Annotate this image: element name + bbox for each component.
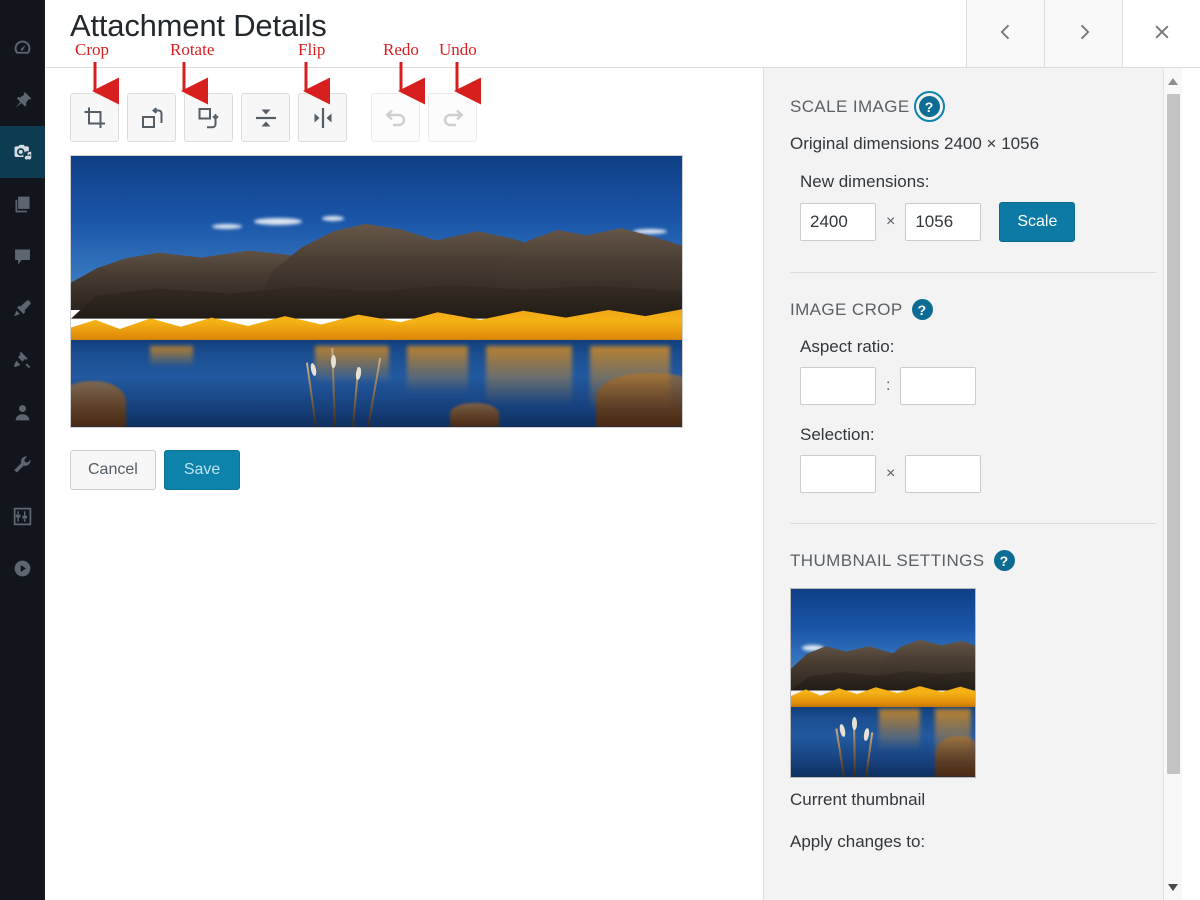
modal-header: Attachment Details xyxy=(46,0,1200,68)
sidebar-item-collapse[interactable] xyxy=(0,542,45,594)
scroll-down-arrow[interactable] xyxy=(1164,878,1182,896)
pin-icon xyxy=(12,90,33,111)
redo-button[interactable] xyxy=(428,93,477,142)
undo-button[interactable] xyxy=(371,93,420,142)
new-dimensions-label: New dimensions: xyxy=(800,172,930,191)
sidebar-item-tools[interactable] xyxy=(0,438,45,490)
selection-separator: × xyxy=(886,465,896,482)
editor-action-row: Cancel Save xyxy=(70,450,241,490)
flip-vertical-icon xyxy=(254,106,278,130)
settings-scrollbar[interactable] xyxy=(1163,68,1182,900)
current-thumbnail-label: Current thumbnail xyxy=(790,790,926,809)
image-settings-pane: SCALE IMAGE ? Original dimensions 2400 ×… xyxy=(763,68,1182,900)
sidebar-item-posts[interactable] xyxy=(0,74,45,126)
apply-changes-label: Apply changes to: xyxy=(790,832,926,851)
scrollbar-thumb[interactable] xyxy=(1167,94,1180,774)
comment-icon xyxy=(12,246,33,267)
selection-label: Selection: xyxy=(800,425,875,444)
image-preview[interactable] xyxy=(70,155,683,428)
scale-button[interactable]: Scale xyxy=(999,202,1076,242)
undo-icon xyxy=(384,106,408,130)
help-icon-thumbnail-settings[interactable]: ? xyxy=(993,550,1015,571)
sidebar-item-dashboard[interactable] xyxy=(0,22,45,74)
scale-image-section-header: SCALE IMAGE ? xyxy=(790,91,1156,122)
image-editor-pane: Cancel Save xyxy=(46,68,763,900)
page-title: Attachment Details xyxy=(70,8,327,43)
chevron-right-icon xyxy=(1074,22,1094,45)
rotate-right-button[interactable] xyxy=(184,93,233,142)
sidebar-item-comments[interactable] xyxy=(0,230,45,282)
crop-button[interactable] xyxy=(70,93,119,142)
chevron-left-icon xyxy=(996,22,1016,45)
close-icon xyxy=(1152,22,1172,45)
current-thumbnail-image xyxy=(790,588,976,778)
user-icon xyxy=(12,402,33,423)
next-attachment-button[interactable] xyxy=(1044,0,1122,67)
help-icon-scale-image[interactable]: ? xyxy=(913,91,945,122)
dashboard-icon xyxy=(12,38,33,59)
image-edit-toolbar xyxy=(70,93,477,142)
new-dimensions-row: × Scale xyxy=(800,202,1156,242)
rotate-left-button[interactable] xyxy=(127,93,176,142)
wrench-icon xyxy=(12,454,33,475)
attachment-details-modal: Attachment Details Cancel Save SCALE IMA… xyxy=(46,0,1200,900)
aspect-separator: : xyxy=(886,377,891,394)
flip-horizontal-button[interactable] xyxy=(298,93,347,142)
cancel-button[interactable]: Cancel xyxy=(70,450,156,490)
help-icon-image-crop[interactable]: ? xyxy=(911,299,933,320)
aspect-ratio-row: : xyxy=(800,367,1156,405)
image-crop-heading: IMAGE CROP xyxy=(790,299,903,319)
plug-icon xyxy=(12,350,33,371)
play-circle-icon xyxy=(12,558,33,579)
divider-2 xyxy=(790,523,1156,524)
admin-sidebar xyxy=(0,0,45,900)
flip-horizontal-icon xyxy=(311,106,335,130)
selection-row: × xyxy=(800,455,1156,493)
rotate-left-icon xyxy=(140,106,164,130)
aspect-ratio-height-input[interactable] xyxy=(900,367,977,405)
media-icon xyxy=(12,141,34,163)
thumbnail-settings-heading: THUMBNAIL SETTINGS xyxy=(790,550,985,570)
rotate-right-icon xyxy=(197,106,221,130)
sidebar-item-users[interactable] xyxy=(0,386,45,438)
aspect-ratio-width-input[interactable] xyxy=(800,367,876,405)
save-button[interactable]: Save xyxy=(163,450,241,490)
flip-vertical-button[interactable] xyxy=(241,93,290,142)
sidebar-item-plugins[interactable] xyxy=(0,334,45,386)
scale-image-heading: SCALE IMAGE xyxy=(790,96,910,116)
thumbnail-settings-section-header: THUMBNAIL SETTINGS ? xyxy=(790,550,1156,571)
crop-icon xyxy=(83,106,107,130)
scale-width-input[interactable] xyxy=(800,203,876,241)
landscape-image xyxy=(71,156,682,427)
original-dimensions-label: Original dimensions 2400 × 1056 xyxy=(790,134,1040,153)
previous-attachment-button[interactable] xyxy=(966,0,1044,67)
aspect-ratio-label: Aspect ratio: xyxy=(800,337,895,356)
sidebar-item-appearance[interactable] xyxy=(0,282,45,334)
divider-1 xyxy=(790,272,1156,273)
selection-height-input[interactable] xyxy=(905,455,982,493)
paintbrush-icon xyxy=(12,298,33,319)
scale-height-input[interactable] xyxy=(905,203,982,241)
selection-width-input[interactable] xyxy=(800,455,876,493)
sidebar-item-settings[interactable] xyxy=(0,490,45,542)
close-modal-button[interactable] xyxy=(1122,0,1200,67)
sidebar-item-media[interactable] xyxy=(0,126,45,178)
sidebar-item-pages[interactable] xyxy=(0,178,45,230)
dimension-separator: × xyxy=(886,213,896,230)
redo-icon xyxy=(441,106,465,130)
image-crop-section-header: IMAGE CROP ? xyxy=(790,299,1156,320)
pages-icon xyxy=(12,194,33,215)
scroll-up-arrow[interactable] xyxy=(1164,72,1182,90)
sliders-icon xyxy=(12,506,33,527)
